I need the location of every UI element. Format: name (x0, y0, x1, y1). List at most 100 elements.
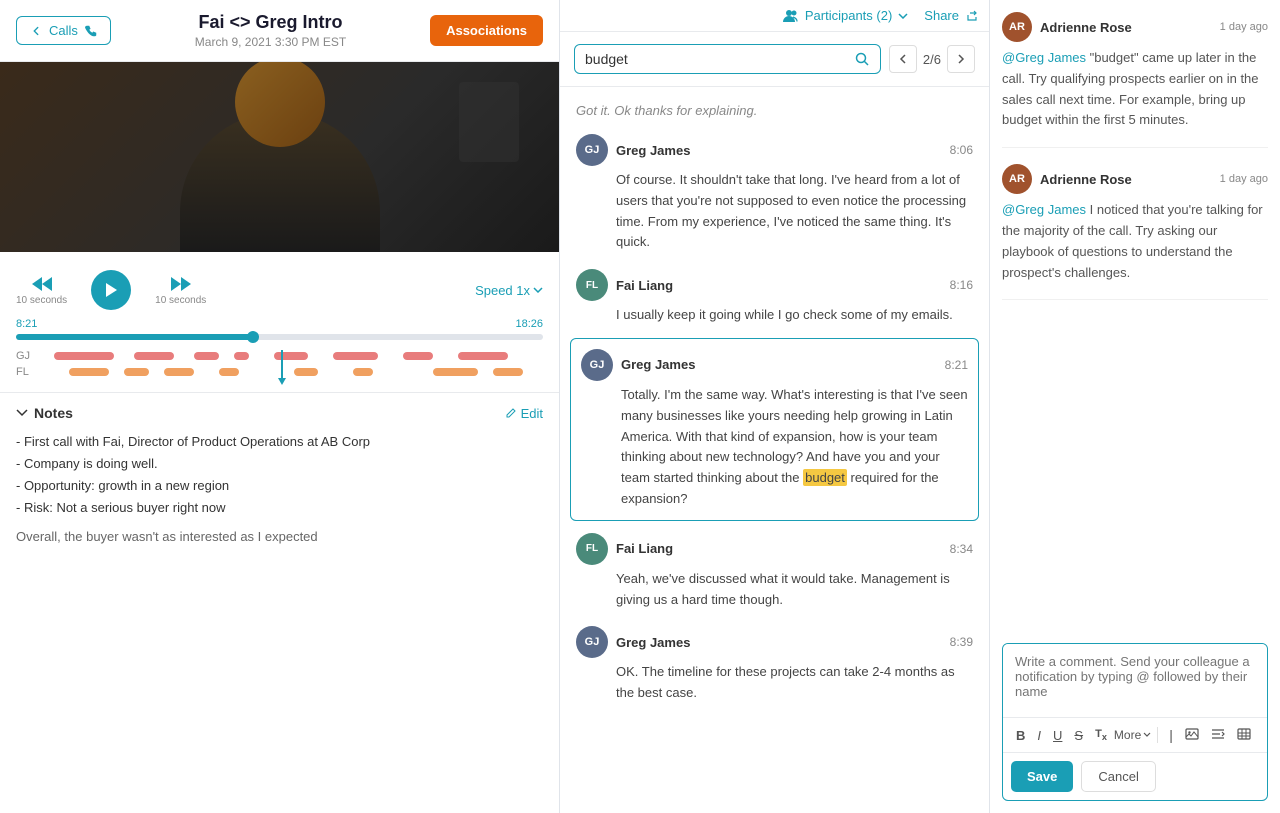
chevron-down-icon (16, 409, 28, 417)
avatar-gj-2: GJ (581, 349, 613, 381)
notes-title[interactable]: Notes (16, 405, 73, 421)
more-label: More (1114, 728, 1141, 742)
more-button[interactable]: More (1114, 728, 1151, 742)
edit-button[interactable]: Edit (505, 406, 543, 421)
play-icon (104, 282, 118, 298)
message-1: GJ Greg James 8:06 Of course. It shouldn… (560, 126, 989, 261)
play-button[interactable] (91, 270, 131, 310)
comment-2-text: @Greg James I noticed that you're talkin… (1002, 200, 1268, 283)
msg-text-5: OK. The timeline for these projects can … (576, 662, 973, 704)
comment-input[interactable] (1003, 644, 1267, 714)
message-4: FL Fai Liang 8:34 Yeah, we've discussed … (560, 525, 989, 619)
gj-seg4 (234, 352, 249, 360)
note-item-4: - Risk: Not a serious buyer right now (16, 497, 543, 519)
table-button[interactable] (1232, 724, 1256, 746)
fl-seg3 (164, 368, 194, 376)
search-nav: 2/6 (889, 45, 975, 73)
italic-button[interactable]: I (1032, 725, 1046, 746)
messages-list: Got it. Ok thanks for explaining. GJ Gre… (560, 87, 989, 813)
fl-seg2 (124, 368, 149, 376)
note-item-3: - Opportunity: growth in a new region (16, 475, 543, 497)
speaker-fl-row: FL (16, 366, 543, 378)
gj-seg8 (458, 352, 508, 360)
msg-time-4: 8:34 (950, 542, 973, 556)
comment-1-name: Adrienne Rose (1040, 20, 1132, 35)
right-top-bar: Participants (2) Share (560, 0, 989, 32)
search-input-wrap (574, 44, 881, 74)
comment-1-avatar: AR (1002, 12, 1032, 42)
msg-name-5: Greg James (616, 635, 690, 650)
cancel-button[interactable]: Cancel (1081, 761, 1155, 792)
msg-header-4: FL Fai Liang 8:34 (576, 533, 973, 565)
chevron-right-icon (957, 53, 965, 65)
comment-actions: Save Cancel (1003, 752, 1267, 800)
avatar-fl-2: FL (576, 533, 608, 565)
time-display: 8:21 18:26 (16, 318, 543, 330)
comments-panel: AR Adrienne Rose 1 day ago @Greg James "… (990, 0, 1280, 813)
image-icon (1185, 728, 1199, 740)
comment-1-header: AR Adrienne Rose 1 day ago (1002, 12, 1268, 42)
search-next-button[interactable] (947, 45, 975, 73)
table-icon (1237, 728, 1251, 740)
msg-text-3: Totally. I'm the same way. What's intere… (581, 385, 968, 510)
forward-label: 10 seconds (155, 295, 206, 306)
progress-track[interactable] (16, 334, 543, 340)
msg-text-4: Yeah, we've discussed what it would take… (576, 569, 973, 611)
avatar-gj-1: GJ (576, 134, 608, 166)
speed-button[interactable]: Speed 1x (475, 283, 543, 298)
link-button[interactable]: | (1164, 724, 1178, 746)
speaker-gj-row: GJ (16, 350, 543, 362)
share-button[interactable]: Share (924, 8, 977, 23)
comment-input-area: B I U S Tx More | (1002, 643, 1268, 801)
total-time: 18:26 (515, 318, 543, 330)
associations-button[interactable]: Associations (430, 15, 543, 46)
note-item-1: - First call with Fai, Director of Produ… (16, 431, 543, 453)
underline-button[interactable]: U (1048, 725, 1067, 746)
share-icon (965, 10, 977, 22)
forward-button[interactable]: 10 seconds (155, 275, 206, 306)
chevron-left-icon (899, 53, 907, 65)
strikethrough-button[interactable]: S (1069, 725, 1088, 746)
search-total: 6 (934, 52, 941, 67)
notes-header: Notes Edit (16, 405, 543, 421)
message-2: FL Fai Liang 8:16 I usually keep it goin… (560, 261, 989, 334)
bold-button[interactable]: B (1011, 725, 1030, 746)
gj-seg2 (134, 352, 174, 360)
save-button[interactable]: Save (1011, 761, 1073, 792)
search-count: 2/6 (923, 52, 941, 67)
msg-time-1: 8:06 (950, 143, 973, 157)
rewind-button[interactable]: 10 seconds (16, 275, 67, 306)
chevron-down-icon (898, 13, 908, 19)
avatar-gj-3: GJ (576, 626, 608, 658)
top-bar: Calls Fai <> Greg Intro March 9, 2021 3:… (0, 0, 559, 62)
msg-header-1: GJ Greg James 8:06 (576, 134, 973, 166)
search-input[interactable] (585, 51, 854, 67)
note-item-2: - Company is doing well. (16, 453, 543, 475)
participants-icon (783, 9, 799, 23)
search-current: 2 (923, 52, 930, 67)
comment-2-initials: AR (1009, 173, 1025, 185)
search-prev-button[interactable] (889, 45, 917, 73)
msg-time-5: 8:39 (950, 635, 973, 649)
comment-2: AR Adrienne Rose 1 day ago @Greg James I… (1002, 164, 1268, 300)
phone-icon (84, 24, 98, 38)
chevron-left-icon (29, 24, 43, 38)
fl-seg6 (353, 368, 373, 376)
participants-button[interactable]: Participants (2) (783, 8, 908, 23)
gj-seg3 (194, 352, 219, 360)
right-panel: Participants (2) Share (560, 0, 1280, 813)
msg-header-5: GJ Greg James 8:39 (576, 626, 973, 658)
comment-1-text: @Greg James "budget" came up later in th… (1002, 48, 1268, 131)
comment-2-mention: @Greg James (1002, 202, 1086, 217)
msg-time-2: 8:16 (950, 278, 973, 292)
playback-controls-area: 10 seconds 10 seconds Speed 1x (0, 252, 559, 318)
clear-format-button[interactable]: Tx (1090, 725, 1112, 745)
image-button[interactable] (1180, 724, 1204, 746)
speed-label: Speed 1x (475, 283, 530, 298)
search-icon (854, 51, 870, 67)
fl-seg1 (69, 368, 109, 376)
search-bar: 2/6 (560, 32, 989, 87)
calls-button[interactable]: Calls (16, 16, 111, 45)
indent-button[interactable] (1206, 724, 1230, 746)
msg-header-3: GJ Greg James 8:21 (581, 349, 968, 381)
